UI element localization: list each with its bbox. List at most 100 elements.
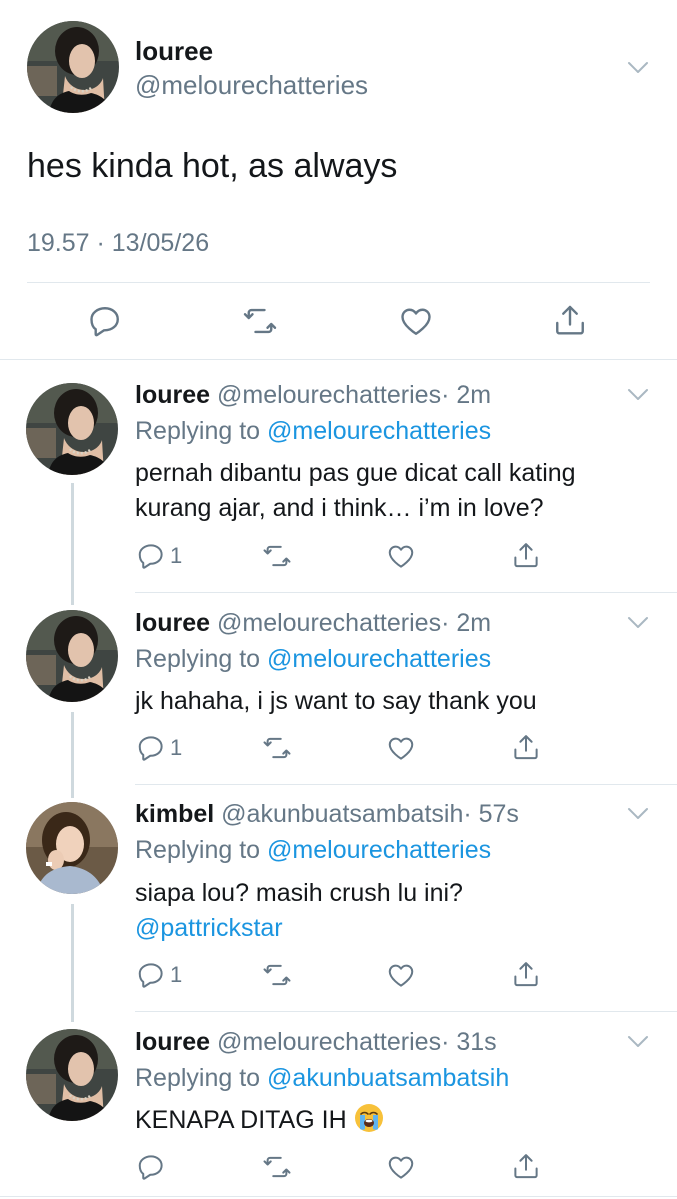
share-icon bbox=[511, 732, 541, 762]
main-tweet-text: hes kinda hot, as always bbox=[27, 147, 398, 185]
reply-text-line: kurang ajar, and i think… i’m in love? bbox=[135, 494, 544, 522]
main-tweet-author-name[interactable]: louree bbox=[135, 36, 213, 67]
replying-to-label: Replying to bbox=[135, 645, 268, 673]
reply-button[interactable] bbox=[87, 303, 123, 339]
retweet-button[interactable] bbox=[261, 1152, 293, 1182]
reply-time: · 31s bbox=[441, 1028, 497, 1056]
reply-header: kimbel @akunbuatsambatsih· 57s bbox=[135, 800, 519, 829]
share-icon bbox=[511, 959, 541, 989]
reply-time: · 2m bbox=[441, 609, 492, 637]
reply-avatar[interactable] bbox=[26, 383, 118, 475]
reply-avatar[interactable] bbox=[26, 802, 118, 894]
reply-text: jk hahaha, i js want to say thank you bbox=[135, 684, 655, 719]
reply-author-name[interactable]: kimbel bbox=[135, 800, 214, 828]
replying-to: Replying to @melourechatteries bbox=[135, 417, 491, 446]
like-button[interactable] bbox=[385, 1152, 417, 1182]
replying-to-label: Replying to bbox=[135, 1064, 268, 1092]
share-button[interactable] bbox=[511, 1151, 541, 1181]
thread-line bbox=[71, 904, 74, 1022]
share-button[interactable] bbox=[511, 732, 541, 762]
reply-count: 1 bbox=[170, 543, 183, 568]
reply-text: KENAPA DITAG IH bbox=[135, 1103, 655, 1138]
retweet-button[interactable] bbox=[261, 733, 293, 763]
like-icon bbox=[397, 303, 435, 339]
reply-header: louree @melourechatteries· 2m bbox=[135, 609, 491, 638]
replying-to-mention[interactable]: @melourechatteries bbox=[267, 645, 491, 673]
divider bbox=[135, 784, 677, 785]
share-icon bbox=[511, 1151, 541, 1181]
reply-icon bbox=[136, 1152, 166, 1182]
share-icon bbox=[511, 540, 541, 570]
replying-to-label: Replying to bbox=[135, 417, 268, 445]
like-icon bbox=[385, 733, 417, 763]
divider bbox=[0, 359, 677, 360]
reply-button[interactable]: 1 bbox=[136, 541, 182, 571]
reply-button[interactable] bbox=[136, 1152, 170, 1182]
chevron-down-icon[interactable] bbox=[627, 388, 649, 402]
share-button[interactable] bbox=[552, 302, 588, 338]
reply-header: louree @melourechatteries· 2m bbox=[135, 381, 491, 410]
main-tweet-author-handle[interactable]: @melourechatteries bbox=[135, 70, 368, 101]
like-button[interactable] bbox=[385, 733, 417, 763]
reply-author-handle[interactable]: @melourechatteries bbox=[217, 381, 441, 409]
reply-author-handle[interactable]: @melourechatteries bbox=[217, 1028, 441, 1056]
thread-line bbox=[71, 712, 74, 798]
retweet-icon bbox=[261, 1152, 293, 1182]
like-button[interactable] bbox=[385, 541, 417, 571]
replying-to-mention[interactable]: @akunbuatsambatsih bbox=[267, 1064, 509, 1092]
reply-text: pernah dibantu pas gue dicat call kating… bbox=[135, 456, 655, 526]
reply-count: 1 bbox=[170, 962, 183, 987]
chevron-down-icon[interactable] bbox=[627, 61, 649, 75]
reply-icon bbox=[136, 733, 166, 763]
chevron-down-icon[interactable] bbox=[627, 1035, 649, 1049]
replying-to: Replying to @melourechatteries bbox=[135, 645, 491, 674]
like-icon bbox=[385, 960, 417, 990]
reply-icon bbox=[136, 960, 166, 990]
retweet-icon bbox=[261, 960, 293, 990]
divider bbox=[0, 1196, 677, 1197]
share-button[interactable] bbox=[511, 959, 541, 989]
thread-line bbox=[71, 483, 74, 605]
retweet-button[interactable] bbox=[261, 960, 293, 990]
reply-author-name[interactable]: louree bbox=[135, 1028, 210, 1056]
retweet-button[interactable] bbox=[261, 541, 293, 571]
retweet-icon bbox=[261, 541, 293, 571]
retweet-button[interactable] bbox=[241, 303, 279, 339]
replying-to-mention[interactable]: @melourechatteries bbox=[267, 836, 491, 864]
chevron-down-icon[interactable] bbox=[627, 616, 649, 630]
divider bbox=[135, 1011, 677, 1012]
reply-button[interactable]: 1 bbox=[136, 960, 182, 990]
main-tweet-timestamp[interactable]: 19.57 · 13/05/26 bbox=[27, 229, 209, 258]
main-tweet-avatar[interactable] bbox=[27, 21, 119, 113]
share-button[interactable] bbox=[511, 540, 541, 570]
chevron-down-icon[interactable] bbox=[627, 807, 649, 821]
reply-mention-link[interactable]: @pattrickstar bbox=[135, 911, 655, 946]
reply-icon bbox=[87, 303, 123, 339]
share-icon bbox=[552, 302, 588, 338]
reply-text-line: jk hahaha, i js want to say thank you bbox=[135, 687, 537, 715]
retweet-icon bbox=[241, 303, 279, 339]
reply-icon bbox=[136, 541, 166, 571]
reply-text: siapa lou? masih crush lu ini? @pattrick… bbox=[135, 876, 655, 946]
reply-author-name[interactable]: louree bbox=[135, 609, 210, 637]
reply-text-line: KENAPA DITAG IH bbox=[135, 1106, 347, 1134]
reply-avatar[interactable] bbox=[26, 610, 118, 702]
reply-author-name[interactable]: louree bbox=[135, 381, 210, 409]
replying-to-mention[interactable]: @melourechatteries bbox=[267, 417, 491, 445]
divider bbox=[27, 282, 650, 283]
like-icon bbox=[385, 1152, 417, 1182]
like-button[interactable] bbox=[397, 303, 435, 339]
reply-time: · 2m bbox=[441, 381, 492, 409]
reply-author-handle[interactable]: @melourechatteries bbox=[217, 609, 441, 637]
reply-count: 1 bbox=[170, 735, 183, 760]
divider bbox=[135, 592, 677, 593]
replying-to: Replying to @akunbuatsambatsih bbox=[135, 1064, 509, 1093]
reply-text-line: pernah dibantu pas gue dicat call kating bbox=[135, 459, 576, 487]
reply-author-handle[interactable]: @akunbuatsambatsih bbox=[221, 800, 463, 828]
retweet-icon bbox=[261, 733, 293, 763]
like-button[interactable] bbox=[385, 960, 417, 990]
reply-button[interactable]: 1 bbox=[136, 733, 182, 763]
like-icon bbox=[385, 541, 417, 571]
reply-text-line: siapa lou? masih crush lu ini? bbox=[135, 879, 463, 907]
reply-avatar[interactable] bbox=[26, 1029, 118, 1121]
